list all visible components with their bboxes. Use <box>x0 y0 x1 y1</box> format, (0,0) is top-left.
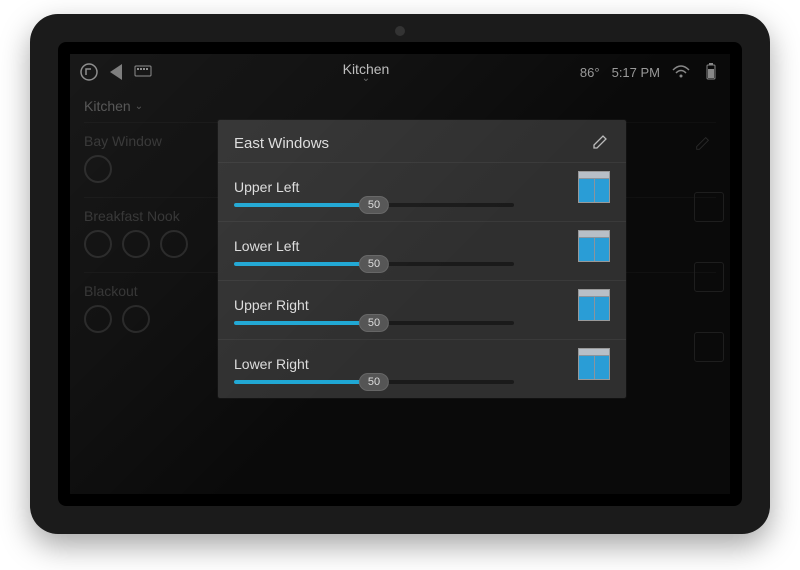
slider-label: Upper Left <box>234 179 558 195</box>
shade-slider-row: Lower Left 50 <box>218 221 626 280</box>
tablet-device: Kitchen ⌄ 86° 5:17 PM Kitchen ⌄ <box>30 14 770 534</box>
slider-label: Upper Right <box>234 297 558 313</box>
shade-type-icon[interactable] <box>694 332 724 362</box>
shade-type-icon[interactable] <box>694 192 724 222</box>
window-icon[interactable] <box>578 171 610 203</box>
edit-icon[interactable] <box>592 132 610 154</box>
room-tab[interactable]: Kitchen ⌄ <box>84 98 143 114</box>
slider-thumb[interactable]: 50 <box>359 373 389 391</box>
clock: 5:17 PM <box>612 65 660 80</box>
shade-slider-row: Upper Left 50 <box>218 162 626 221</box>
shade-slider-row: Upper Right 50 <box>218 280 626 339</box>
screen: Kitchen ⌄ 86° 5:17 PM Kitchen ⌄ <box>70 54 730 494</box>
edit-icon[interactable] <box>694 134 712 152</box>
slider-label: Lower Left <box>234 238 558 254</box>
panel-title: East Windows <box>234 135 329 152</box>
shade-group-panel: East Windows Upper Left 50 Lower Left 50 <box>218 120 626 398</box>
shade-slider-row: Lower Right 50 <box>218 339 626 398</box>
slider-thumb[interactable]: 50 <box>359 255 389 273</box>
wifi-icon <box>672 63 690 81</box>
slider-track[interactable]: 50 <box>234 203 514 207</box>
status-bar: Kitchen ⌄ 86° 5:17 PM <box>70 54 730 90</box>
slider-thumb[interactable]: 50 <box>359 196 389 214</box>
window-icon[interactable] <box>578 348 610 380</box>
slider-label: Lower Right <box>234 356 558 372</box>
window-icon[interactable] <box>578 230 610 262</box>
camera-dot <box>395 26 405 36</box>
temperature-readout: 86° <box>580 65 600 80</box>
room-tab-label: Kitchen <box>84 98 131 114</box>
battery-icon <box>702 63 720 81</box>
slider-track[interactable]: 50 <box>234 321 514 325</box>
slider-track[interactable]: 50 <box>234 380 514 384</box>
shade-type-icon[interactable] <box>694 262 724 292</box>
chevron-down-icon: ⌄ <box>135 101 143 112</box>
back-button[interactable] <box>110 64 122 80</box>
window-icon[interactable] <box>578 289 610 321</box>
keyboard-icon[interactable] <box>134 63 152 81</box>
slider-thumb[interactable]: 50 <box>359 314 389 332</box>
logo-icon[interactable] <box>80 63 98 81</box>
slider-track[interactable]: 50 <box>234 262 514 266</box>
